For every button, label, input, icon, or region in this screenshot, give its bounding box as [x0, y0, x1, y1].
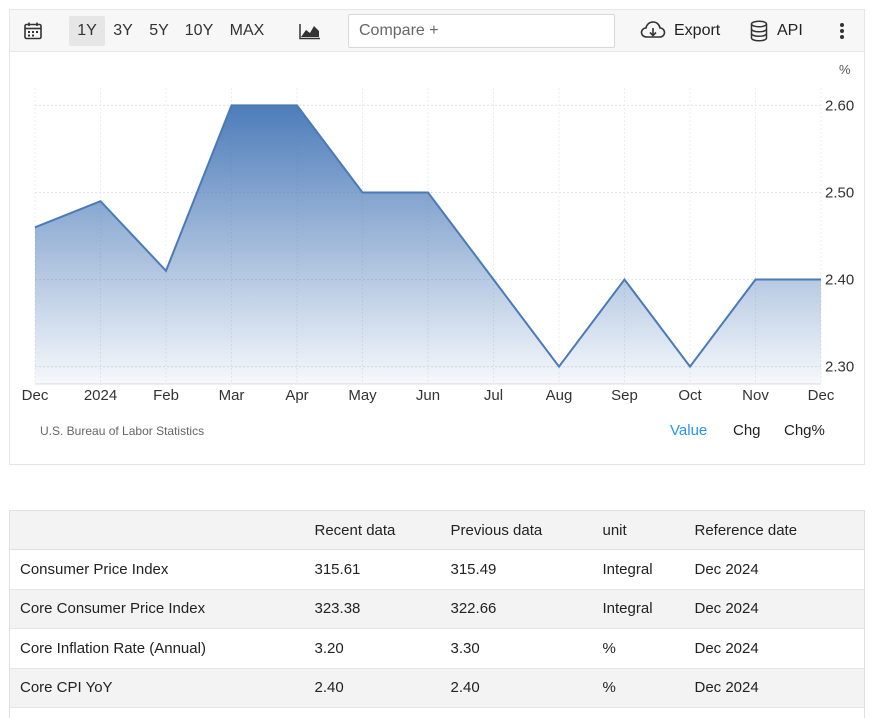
- chart-source: U.S. Bureau of Labor Statistics: [40, 424, 205, 438]
- view-chg-tab[interactable]: Chg: [733, 422, 761, 439]
- x-tick-label: Jul: [484, 387, 503, 404]
- series-area: [35, 105, 821, 385]
- view-chg-percent-tab[interactable]: Chg%: [784, 422, 825, 439]
- reference-date: Dec 2024: [694, 589, 865, 629]
- reference-date: Dec 2024: [694, 668, 865, 708]
- recent-value: 315.61: [314, 549, 451, 590]
- indicator-link[interactable]: Consumer Price Index: [20, 561, 168, 578]
- x-tick-label: Dec: [22, 387, 49, 404]
- unit-value: Integral: [602, 589, 695, 629]
- previous-value: 2.40: [450, 668, 603, 708]
- previous-value: 315.49: [450, 549, 603, 590]
- indicator-link[interactable]: Core Consumer Price Index: [20, 600, 205, 617]
- recent-value: 2.40: [314, 668, 451, 708]
- y-tick-label: 2.50: [825, 184, 854, 201]
- view-value-tab[interactable]: Value: [670, 422, 707, 439]
- table-header-unit: unit: [602, 510, 695, 550]
- x-tick-label: Apr: [285, 387, 308, 404]
- x-tick-label: Mar: [219, 387, 245, 404]
- recent-value: 3.20: [314, 628, 451, 669]
- indicator-link[interactable]: Core Inflation Rate (Annual): [20, 640, 206, 657]
- x-tick-label: 2024: [84, 387, 117, 404]
- x-tick-label: Nov: [742, 387, 769, 404]
- unit-value: %: [602, 668, 695, 708]
- related-indicators-table: Recent data Previous data unit Reference…: [9, 510, 865, 718]
- table-header-row: Recent data Previous data unit Reference…: [9, 510, 865, 550]
- y-tick-label: 2.40: [825, 272, 854, 289]
- reference-date: Dec 2024: [694, 628, 865, 669]
- indicator-link[interactable]: Core CPI YoY: [20, 679, 113, 696]
- table-row: Core Inflation Rate (Annual) 3.20 3.30 %…: [9, 628, 865, 669]
- x-tick-label: Aug: [546, 387, 573, 404]
- x-tick-label: Oct: [678, 387, 702, 404]
- table-row: Core CPI YoY 2.40 2.40 % Dec 2024: [9, 668, 865, 708]
- area-chart: 2.60 2.50 2.40 2.30 Dec 2024 Feb Mar Apr May Jun Ju…: [22, 88, 854, 404]
- x-tick-label: Jun: [416, 387, 440, 404]
- table-row: Consumer Price Index 315.61 315.49 Integ…: [9, 549, 865, 590]
- y-tick-label: 2.60: [825, 97, 854, 114]
- table-header-reference-date: Reference date: [694, 510, 865, 550]
- reference-date: Dec 2024: [694, 549, 865, 590]
- table-header-recent: Recent data: [314, 510, 451, 550]
- y-tick-label: 2.30: [825, 359, 854, 376]
- unit-value: %: [602, 628, 695, 669]
- table-header-name: [9, 510, 315, 550]
- table-row: [9, 707, 865, 718]
- x-tick-label: Dec: [808, 387, 835, 404]
- previous-value: 322.66: [450, 589, 603, 629]
- table-row: Core Consumer Price Index 323.38 322.66 …: [9, 589, 865, 629]
- recent-value: 323.38: [314, 589, 451, 629]
- chart-panel: 1Y 3Y 5Y 10Y MAX Export API % 2.602.5: [9, 9, 865, 465]
- x-tick-label: May: [348, 387, 377, 404]
- x-tick-label: Feb: [153, 387, 179, 404]
- x-tick-label: Sep: [611, 387, 638, 404]
- previous-value: 3.30: [450, 628, 603, 669]
- unit-value: Integral: [602, 549, 695, 590]
- table-header-previous: Previous data: [450, 510, 603, 550]
